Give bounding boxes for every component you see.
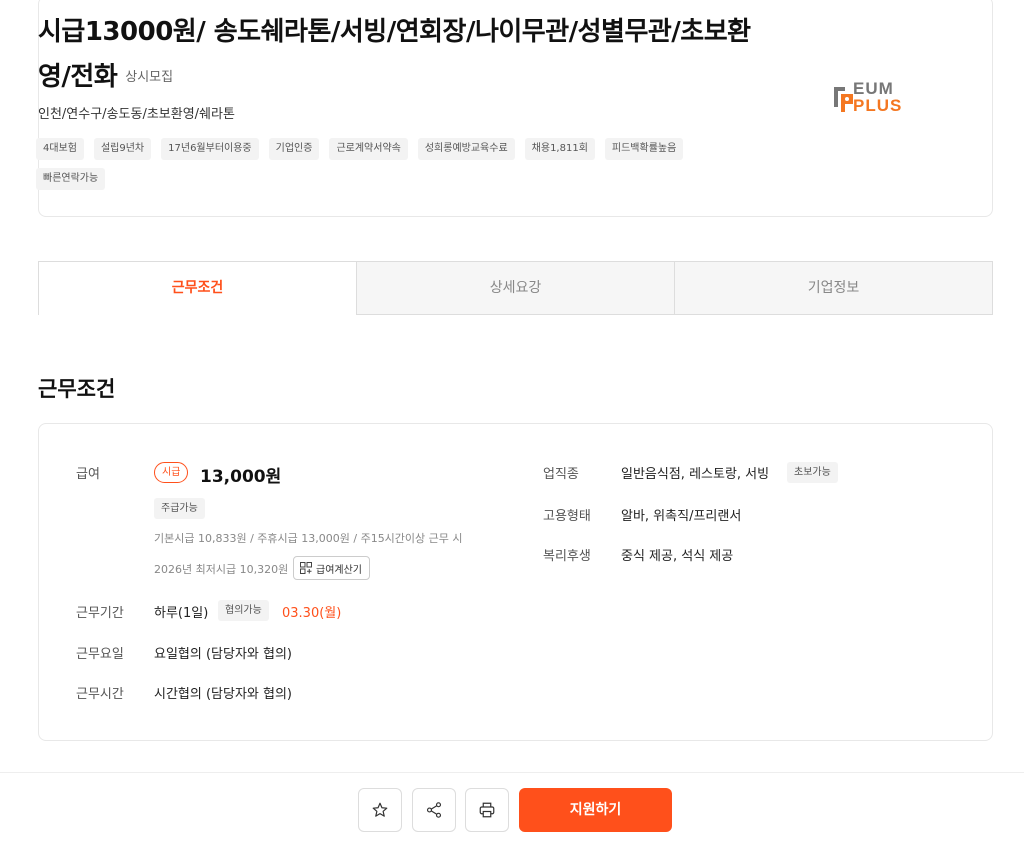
- wage-type-badge: 시급: [154, 462, 189, 483]
- tab-details[interactable]: 상세요강: [357, 261, 675, 315]
- tag-item: 근로계약서약속: [329, 138, 408, 160]
- period-value: 하루(1일): [154, 606, 209, 621]
- apply-button[interactable]: 지원하기: [519, 788, 672, 832]
- benefits-value: 중식 제공, 석식 제공: [621, 549, 734, 564]
- job-location: 인천/연수구/송도동/초보환영/쉐라톤: [38, 107, 235, 122]
- tag-item: 빠른연락가능: [36, 168, 106, 190]
- share-button[interactable]: [412, 788, 456, 832]
- recruit-type: 상시모집: [125, 70, 174, 85]
- employment-value: 알바, 위촉직/프리랜서: [621, 509, 742, 524]
- tag-item: 피드백확률높음: [604, 138, 684, 160]
- time-label: 근무시간: [76, 687, 124, 702]
- wage-calculator-button[interactable]: 급여계산기: [293, 556, 370, 580]
- wage-note: 기본시급 10,833원 / 주휴시급 13,000원 / 주15시간이상 근무…: [154, 532, 463, 545]
- tag-item: 기업인증: [268, 138, 320, 160]
- period-badge: 협의가능: [218, 600, 269, 621]
- tag-item: 4대보험: [36, 138, 84, 160]
- wage-label: 급여: [76, 467, 100, 482]
- days-value: 요일협의 (담당자와 협의): [154, 647, 293, 662]
- tag-item: 17년6월부터이용중: [161, 138, 259, 160]
- section-title: 근무조건: [38, 377, 116, 401]
- tag-item: 채용1,811회: [524, 138, 595, 160]
- wage-calculator-label: 급여계산기: [316, 564, 362, 576]
- share-icon: [426, 802, 442, 818]
- industry-badge: 초보가능: [787, 462, 838, 483]
- wage-amount: 13,000원: [200, 467, 282, 487]
- print-button[interactable]: [465, 788, 509, 832]
- tab-conditions[interactable]: 근무조건: [38, 261, 357, 315]
- detail-tabs: 근무조건 상세요강 기업정보: [38, 261, 993, 315]
- calculator-icon: [300, 562, 312, 574]
- scrap-button[interactable]: [358, 788, 402, 832]
- tag-item: 성희롱예방교육수료: [417, 138, 515, 160]
- company-logo: EUM PLUS: [795, 80, 901, 120]
- industry-label: 업직종: [543, 467, 579, 482]
- bottom-action-bar: [0, 772, 1024, 848]
- days-label: 근무요일: [76, 647, 124, 662]
- tag-item: 설립9년차: [93, 138, 152, 160]
- print-icon: [479, 802, 495, 818]
- period-label: 근무기간: [76, 606, 124, 621]
- tab-company[interactable]: 기업정보: [675, 261, 993, 315]
- industry-value: 일반음식점, 레스토랑, 서빙: [621, 467, 770, 482]
- job-title: 시급13000원/ 송도쉐라톤/서빙/연회장/나이무관/성별무관/초보환영/전화…: [38, 10, 758, 100]
- employment-label: 고용형태: [543, 509, 591, 524]
- logo-text: EUM PLUS: [853, 79, 903, 115]
- time-value: 시간협의 (담당자와 협의): [154, 687, 293, 702]
- benefits-label: 복리후생: [543, 549, 591, 564]
- star-icon: [372, 802, 388, 817]
- job-tags: 4대보험 설립9년차 17년6월부터이용중 기업인증 근로계약서약속 성희롱예방…: [36, 138, 716, 190]
- period-date: 03.30(월): [282, 606, 342, 621]
- min-wage-note: 2026년 최저시급 10,320원: [154, 563, 289, 576]
- weekly-pay-badge: 주급가능: [154, 498, 205, 519]
